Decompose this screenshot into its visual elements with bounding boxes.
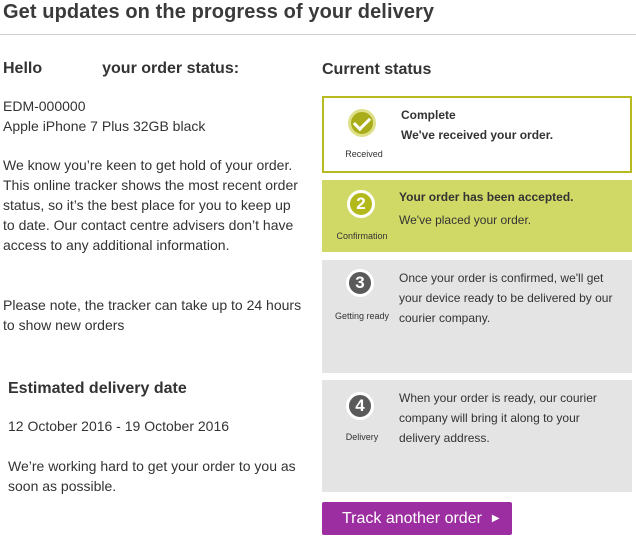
step-text: We've placed your order.	[399, 213, 532, 227]
page-title: Get updates on the progress of your deli…	[3, 1, 435, 23]
step-number-badge: 3	[346, 269, 374, 297]
order-product: Apple iPhone 7 Plus 32GB black	[3, 118, 206, 134]
step-caption: Confirmation	[336, 231, 388, 241]
step-caption: Delivery	[345, 432, 379, 442]
step-text: When your order is ready, our courier co…	[399, 391, 597, 445]
redacted-name	[42, 60, 103, 77]
step-text: Once your order is confirmed, we'll get …	[399, 271, 613, 325]
greeting-suffix: your order status:	[102, 60, 240, 77]
greeting: Hello your order status:	[3, 60, 239, 78]
step-caption: Received	[345, 149, 383, 159]
step-text: We've received your order.	[401, 128, 554, 142]
step-caption: Getting ready	[334, 311, 390, 321]
step-number-badge: 2	[347, 190, 375, 218]
check-icon	[348, 109, 376, 137]
page-header: Get updates on the progress of your deli…	[0, 0, 636, 35]
status-step-delivery: 4 Delivery When your order is ready, our…	[322, 380, 632, 492]
tracker-note-text: Please note, the tracker can take up to …	[3, 297, 302, 333]
track-another-order-button[interactable]: Track another order ▶	[322, 502, 512, 535]
step-title: Complete	[401, 108, 456, 122]
estimated-delivery-dates: 12 October 2016 - 19 October 2016	[8, 418, 230, 434]
track-button-label: Track another order	[342, 509, 482, 527]
step-number-badge: 4	[346, 392, 374, 420]
status-step-received: Received Complete We've received your or…	[322, 96, 632, 173]
status-step-getting-ready: 3 Getting ready Once your order is confi…	[322, 260, 632, 373]
tracker-info-text: We know you’re keen to get hold of your …	[3, 157, 298, 253]
status-step-confirmation: 2 Confirmation Your order has been accep…	[322, 180, 632, 252]
estimated-delivery-heading: Estimated delivery date	[8, 380, 187, 397]
order-reference: EDM-000000	[3, 98, 86, 114]
greeting-prefix: Hello	[3, 60, 43, 77]
estimated-delivery-note: We’re working hard to get your order to …	[8, 458, 296, 494]
step-title: Your order has been accepted.	[399, 190, 574, 204]
current-status-heading: Current status	[322, 61, 432, 78]
arrow-right-icon: ▶	[491, 513, 500, 524]
